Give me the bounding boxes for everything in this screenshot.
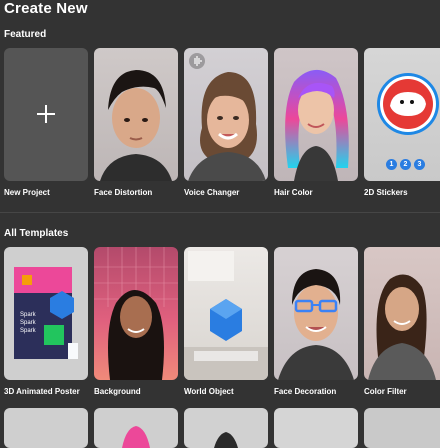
3d-animated-poster-card[interactable]: Spark Spark Spark [4,247,88,380]
carousel-indicators: 1 2 3 [386,159,425,170]
color-filter-thumbnail [368,274,436,380]
hair-color-card[interactable] [274,48,358,181]
face-distortion-thumbnail [100,70,172,181]
world-object-thumbnail [184,251,268,380]
template-card-partial[interactable] [4,408,88,448]
poster-text-line: Spark [20,312,36,318]
face-distortion-card[interactable] [94,48,178,181]
card-label-color-filter: Color Filter [364,387,407,396]
2d-stickers-card[interactable]: 1 2 3 [364,48,440,181]
indicator-3[interactable]: 3 [414,159,425,170]
card-label-3d-animated-poster: 3D Animated Poster [4,387,80,396]
color-filter-card[interactable] [364,247,440,380]
poster-text: Spark Spark Spark [20,311,36,335]
partial-thumbnail [214,432,238,448]
face-decoration-thumbnail [278,269,354,380]
poster-text-line: Spark [20,328,36,334]
background-thumbnail [94,247,178,380]
section-divider [0,212,440,213]
poster-thumbnail [14,267,78,359]
template-card-partial[interactable] [274,408,358,448]
face-decoration-card[interactable] [274,247,358,380]
hair-color-thumbnail [285,69,349,181]
card-label-new-project: New Project [4,188,50,197]
indicator-2[interactable]: 2 [400,159,411,170]
poster-text-line: Spark [20,320,36,326]
card-label-background: Background [94,387,141,396]
new-project-card[interactable] [4,48,88,181]
partial-thumbnail [122,426,150,448]
plus-icon [37,105,55,123]
section-heading-featured: Featured [4,29,47,40]
card-label-2d-stickers: 2D Stickers [364,188,408,197]
section-heading-all-templates: All Templates [4,228,69,239]
voice-changer-card[interactable] [184,48,268,181]
template-card-partial[interactable] [364,408,440,448]
world-object-card[interactable] [184,247,268,380]
template-card-partial[interactable] [94,408,178,448]
card-label-face-distortion: Face Distortion [94,188,153,197]
indicator-1[interactable]: 1 [386,159,397,170]
card-label-hair-color: Hair Color [274,188,313,197]
audio-wave-icon [189,53,205,69]
page-title: Create New [4,0,88,17]
background-card[interactable] [94,247,178,380]
card-label-voice-changer: Voice Changer [184,188,240,197]
card-label-face-decoration: Face Decoration [274,387,337,396]
card-label-world-object: World Object [184,387,234,396]
template-card-partial[interactable] [184,408,268,448]
